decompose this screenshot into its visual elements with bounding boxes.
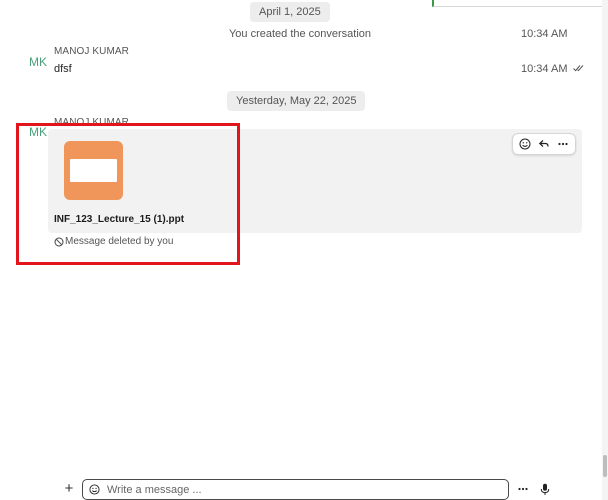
read-receipt-icon bbox=[572, 63, 585, 75]
composer-more-options-icon[interactable] bbox=[515, 481, 531, 497]
add-attachment-button[interactable]: + bbox=[62, 481, 76, 497]
date-separator: Yesterday, May 22, 2025 bbox=[227, 91, 366, 111]
message-text: dfsf bbox=[54, 63, 72, 75]
sender-name: MANOJ KUMAR bbox=[54, 117, 129, 128]
scrollbar-thumb[interactable] bbox=[603, 455, 607, 477]
more-options-icon[interactable] bbox=[555, 136, 571, 152]
slide-shape bbox=[70, 159, 117, 182]
system-message-time: 10:34 AM bbox=[521, 28, 568, 40]
message-time-label: 10:34 AM bbox=[521, 63, 568, 75]
message-time: 10:34 AM bbox=[521, 63, 585, 75]
deleted-message-note: Message deleted by you bbox=[54, 236, 173, 247]
chat-window: April 1, 2025 You created the conversati… bbox=[0, 0, 608, 500]
microphone-icon[interactable] bbox=[538, 481, 552, 497]
message-composer[interactable] bbox=[82, 479, 509, 500]
avatar[interactable]: MK bbox=[25, 51, 51, 73]
blocked-icon bbox=[54, 237, 64, 246]
ppt-file-icon[interactable] bbox=[64, 141, 123, 200]
sender-name: MANOJ KUMAR bbox=[54, 46, 129, 57]
message-actions-bar bbox=[512, 133, 576, 155]
message-input[interactable] bbox=[105, 482, 489, 497]
scrollbar[interactable] bbox=[602, 0, 608, 500]
panel-edge bbox=[432, 0, 604, 7]
deleted-message-text: Message deleted by you bbox=[65, 236, 174, 247]
file-name[interactable]: INF_123_Lecture_15 (1).ppt bbox=[54, 214, 184, 225]
emoji-icon[interactable] bbox=[517, 136, 533, 152]
emoji-icon[interactable] bbox=[89, 484, 100, 495]
date-separator: April 1, 2025 bbox=[250, 2, 330, 22]
reply-icon[interactable] bbox=[536, 136, 552, 152]
system-message: You created the conversation bbox=[228, 28, 372, 40]
